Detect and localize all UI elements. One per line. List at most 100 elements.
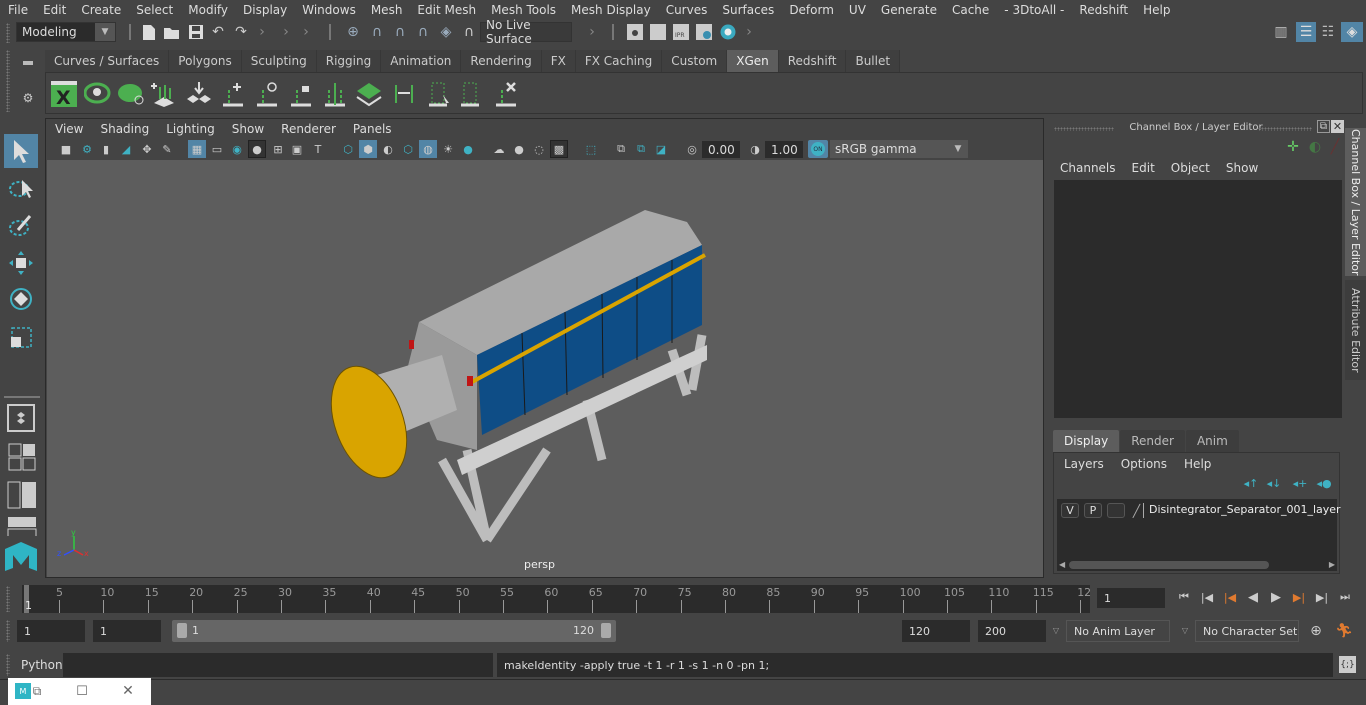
channel-box-attribute-area[interactable] [1054,180,1342,418]
command-input[interactable] [63,653,493,677]
color-space-dropdown[interactable]: sRGB gamma ▼ [830,140,968,158]
auto-key-icon[interactable]: ⊕ [1306,621,1326,641]
shelf-tab-bullet[interactable]: Bullet [846,50,901,72]
collapse-arrow-icon[interactable]: › [256,23,268,41]
xray-icon[interactable]: ⧉ [612,140,630,158]
attribute-editor-toggle-icon[interactable]: ☰ [1296,22,1316,42]
scroll-right-icon[interactable]: ▶ [1329,560,1335,569]
step-forward-key-icon[interactable]: ▶| [1289,587,1309,607]
menu-mesh-display[interactable]: Mesh Display [563,3,658,17]
layer-menu-options[interactable]: Options [1119,457,1174,471]
snap-point-icon[interactable]: ∩ [390,23,410,41]
safe-title-icon[interactable]: T [309,140,327,158]
image-plane-icon[interactable]: ◢ [117,140,135,158]
menu-redshift[interactable]: Redshift [1071,3,1135,17]
step-forward-frame-icon[interactable]: ▶| [1312,587,1332,607]
move-layer-down-icon[interactable]: ◂↓ [1266,475,1282,491]
shelf-tab-xgen[interactable]: XGen [727,50,779,72]
anim-layer-dropdown[interactable]: No Anim Layer [1066,620,1170,642]
grid-icon[interactable]: ▦ [188,140,206,158]
collapse-arrow-icon[interactable]: › [280,23,292,41]
layer-tab-render[interactable]: Render [1120,430,1185,452]
float-panel-icon[interactable]: ⧉ [1317,120,1330,133]
shelf-tab-sculpting[interactable]: Sculpting [241,50,317,72]
animation-start-field[interactable]: 1 [17,620,85,642]
layer-visibility-toggle[interactable]: V [1061,503,1079,518]
shelf-tab-polygons[interactable]: Polygons [169,50,242,72]
single-pane-layout-icon[interactable] [7,404,35,432]
four-pane-layout-icon[interactable] [7,442,37,472]
gear-icon[interactable]: ⚙ [20,90,36,106]
menu-edit[interactable]: Edit [35,3,73,17]
collapse-arrow-icon[interactable]: › [300,23,312,41]
shelf-grip[interactable] [6,50,10,112]
range-grip[interactable] [6,620,10,642]
time-slider-grip[interactable] [6,586,10,612]
move-layer-up-icon[interactable]: ◂↑ [1243,475,1259,491]
shelf-tab-custom[interactable]: Custom [662,50,728,72]
screen-space-ao-icon[interactable]: ☁ [490,140,508,158]
xgen-add-guide-single-icon[interactable] [218,79,248,109]
gamma-icon[interactable]: ◑ [746,140,764,158]
status-line-grip[interactable] [6,23,10,43]
menu-cache[interactable]: Cache [944,3,996,17]
film-gate-icon[interactable]: ▭ [208,140,226,158]
select-camera-icon[interactable]: ■ [57,140,75,158]
new-scene-icon[interactable] [140,23,158,41]
open-scene-icon[interactable] [163,23,181,41]
chevron-down-icon[interactable]: ▽ [1050,622,1062,638]
layer-row[interactable]: V P ╱ Disintegrator_Separator_001_layer [1057,499,1341,521]
menu-curves[interactable]: Curves [658,3,715,17]
viewport-menu-shading[interactable]: Shading [91,122,157,136]
bookmark-icon[interactable]: ▮ [97,140,115,158]
persp-graph-layout-icon[interactable] [7,516,37,536]
xray-components-icon[interactable]: ◪ [652,140,670,158]
xgen-add-guide-icon[interactable] [149,79,179,109]
viewport-menu-view[interactable]: View [46,122,91,136]
range-end-handle[interactable] [601,623,611,638]
layer-menu-help[interactable]: Help [1182,457,1218,471]
panel-grip[interactable] [1258,127,1312,131]
select-tool-icon[interactable] [4,134,38,168]
xgen-delete-guide-icon[interactable] [491,79,521,109]
3d-viewport[interactable]: y z x persp [47,160,1043,577]
modeling-toolkit-icon[interactable]: ▥ [1272,23,1290,41]
layer-name[interactable]: Disintegrator_Separator_001_layer [1149,503,1341,516]
shelf-tab-fx[interactable]: FX [541,50,576,72]
play-forward-icon[interactable]: ▶ [1266,587,1286,607]
layer-tab-display[interactable]: Display [1053,430,1120,452]
shelf-tab-fx-caching[interactable]: FX Caching [575,50,663,72]
menu-uv[interactable]: UV [841,3,873,17]
go-to-start-icon[interactable]: ⏮ [1174,587,1194,607]
xgen-lock-guide-icon[interactable] [286,79,316,109]
make-live-icon[interactable]: ∩ [459,23,479,41]
xgen-flip-icon[interactable] [389,79,419,109]
animation-preferences-icon[interactable]: 🏃︎ [1334,621,1354,641]
menu-select[interactable]: Select [128,3,180,17]
scale-tool-icon[interactable] [4,320,38,354]
layer-list-scrollbar[interactable]: ◀ ▶ [1057,559,1337,571]
xgen-editor-icon[interactable]: X [49,79,79,109]
color-management-toggle[interactable]: ON [808,140,828,158]
shadows-icon[interactable]: ● [459,140,477,158]
manipulator-axis-icon[interactable]: ✛ [1284,138,1302,156]
motion-blur-icon[interactable]: ● [510,140,528,158]
shelf-tab-animation[interactable]: Animation [381,50,462,72]
live-surface-field[interactable]: No Live Surface [480,18,572,46]
character-set-dropdown[interactable]: No Character Set [1195,620,1299,642]
redo-icon[interactable]: ↷ [232,23,250,41]
gamma-field[interactable]: 1.00 [765,141,803,158]
shelf-tabs-menu-icon[interactable] [23,61,33,65]
scroll-left-icon[interactable]: ◀ [1059,560,1065,569]
exposure-icon[interactable]: ◎ [683,140,701,158]
shelf-tab-rendering[interactable]: Rendering [461,50,542,72]
script-language-toggle[interactable]: Python [21,658,63,672]
2d-pan-zoom-icon[interactable]: ✥ [138,140,156,158]
anti-aliasing-icon[interactable]: ◌ [530,140,548,158]
script-editor-icon[interactable]: {;} [1339,656,1356,673]
menu-create[interactable]: Create [73,3,128,17]
default-material-icon[interactable]: ◐ [379,140,397,158]
snap-curve-icon[interactable]: ∩ [367,23,387,41]
isolate-select-icon[interactable]: ⬚ [582,140,600,158]
render-settings-icon[interactable] [695,23,713,41]
